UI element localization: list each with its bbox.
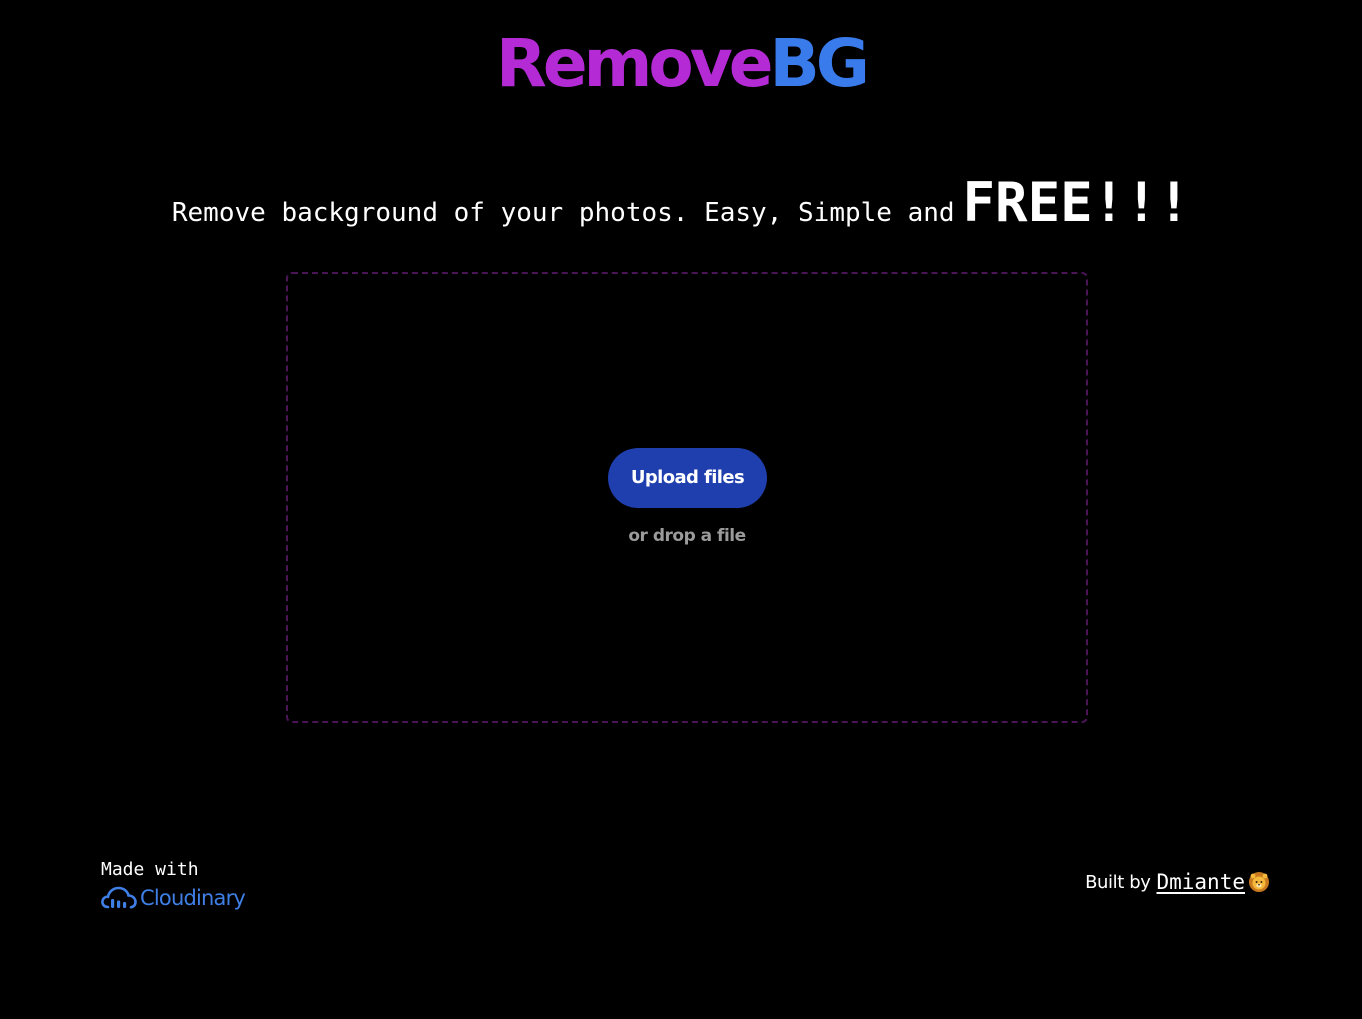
made-with-section: Made with Cloudinary bbox=[101, 858, 246, 910]
cloudinary-label: Cloudinary bbox=[140, 886, 246, 910]
tagline: Remove background of your photos. Easy, … bbox=[0, 168, 1362, 248]
author-link[interactable]: Dmiante bbox=[1156, 870, 1245, 894]
made-with-label: Made with bbox=[101, 859, 199, 880]
built-by-section: Built by Dmiante bbox=[1085, 870, 1270, 894]
logo-remove-text: Remove bbox=[496, 25, 773, 102]
app-logo: RemoveBG bbox=[0, 24, 1362, 104]
built-by-label: Built by bbox=[1085, 871, 1151, 893]
file-dropzone[interactable]: Upload files or drop a file bbox=[286, 272, 1088, 723]
drop-hint: or drop a file bbox=[628, 526, 746, 546]
upload-files-button[interactable]: Upload files bbox=[608, 448, 767, 508]
lion-emoji-icon bbox=[1249, 872, 1269, 892]
cloudinary-link[interactable]: Cloudinary bbox=[101, 886, 246, 910]
cloudinary-cloud-icon bbox=[101, 886, 137, 909]
logo-bg-text: BG bbox=[769, 25, 871, 102]
tagline-free: FREE!!! bbox=[962, 171, 1191, 234]
tagline-text: Remove background of your photos. Easy, … bbox=[171, 198, 955, 228]
